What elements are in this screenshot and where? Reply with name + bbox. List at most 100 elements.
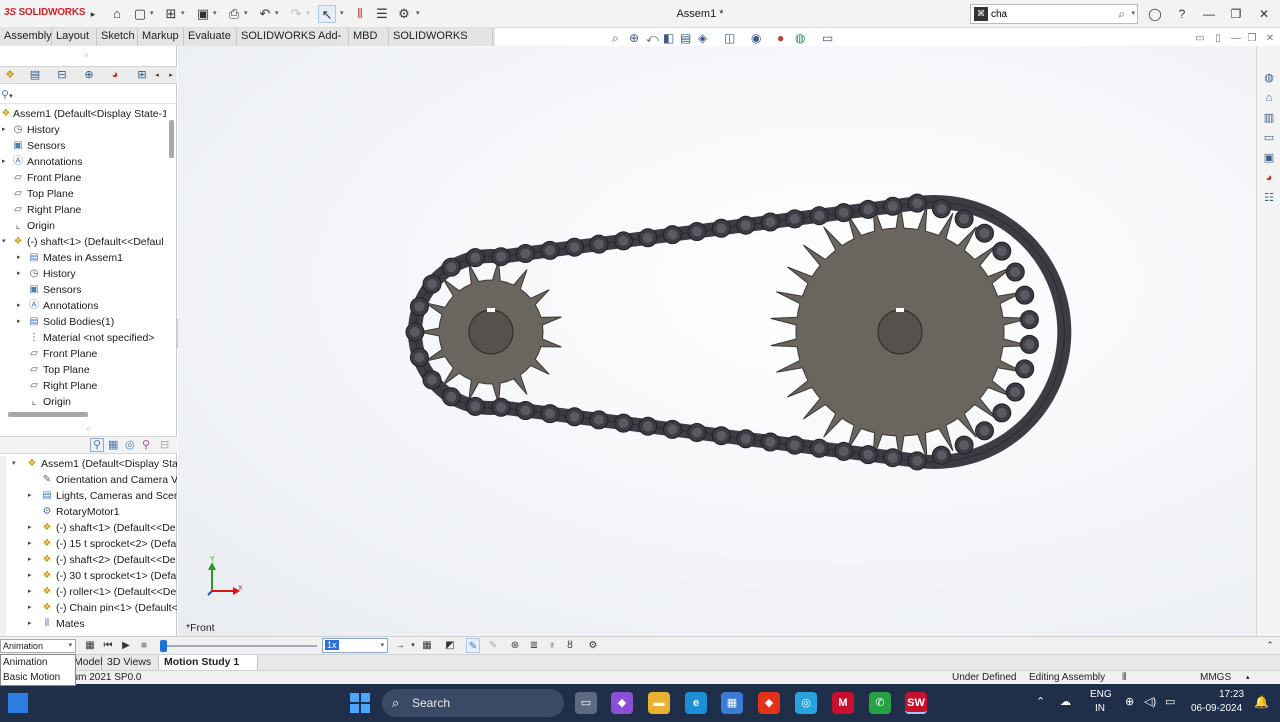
filter-selected-icon[interactable]: ◎ bbox=[125, 438, 135, 451]
calculate-icon[interactable]: ▦ bbox=[83, 638, 97, 653]
view-settings-icon[interactable]: ▭ bbox=[822, 30, 833, 46]
volume-icon[interactable]: ◁) bbox=[1144, 695, 1156, 708]
search-dropdown-icon[interactable]: ▾ bbox=[1131, 9, 1135, 17]
motion-study-properties-icon[interactable]: ⚙ bbox=[586, 638, 600, 653]
doc-close-icon[interactable]: ✕ bbox=[1262, 32, 1278, 46]
expand-arrow-icon[interactable]: ▸ bbox=[28, 616, 36, 632]
expand-arrow-icon[interactable]: ▸ bbox=[2, 122, 10, 138]
notification-bell-icon[interactable]: 🔔 bbox=[1254, 695, 1269, 709]
expand-arrow-icon[interactable]: ▸ bbox=[28, 600, 36, 616]
tab-mbd[interactable]: MBD bbox=[349, 28, 389, 46]
tree-vertical-scrollbar[interactable] bbox=[169, 120, 174, 158]
contact-icon[interactable]: ♁ bbox=[545, 638, 559, 653]
clock-time[interactable]: 17:23 bbox=[1219, 689, 1244, 700]
redo-dropdown-icon[interactable]: ▾ bbox=[306, 5, 314, 23]
taskbar-search[interactable]: ⌕ Search bbox=[382, 689, 564, 717]
windows-start-icon[interactable] bbox=[350, 693, 370, 713]
open-dropdown-icon[interactable]: ▾ bbox=[181, 5, 189, 23]
new-document-icon[interactable]: ▢ bbox=[131, 5, 149, 23]
playback-mode-dropdown-icon[interactable]: ▾ bbox=[406, 638, 420, 653]
filter-animated-icon[interactable]: ⚲ bbox=[90, 438, 104, 452]
zoom-to-area-icon[interactable]: ⊕ bbox=[629, 30, 639, 46]
panel-grip-icon[interactable]: ○ bbox=[84, 52, 88, 59]
edit-appearance-icon[interactable]: ● bbox=[777, 30, 784, 46]
tab-3d-views[interactable]: 3D Views bbox=[102, 655, 159, 671]
solidworks-logo[interactable]: 3S SOLIDWORKS bbox=[4, 7, 86, 18]
file-explorer-icon[interactable]: ▬ bbox=[648, 692, 670, 714]
restore-icon[interactable]: ❐ bbox=[1226, 5, 1246, 23]
expand-arrow-icon[interactable]: ▸ bbox=[17, 250, 25, 266]
file-properties-icon[interactable]: ☰ bbox=[373, 5, 391, 23]
chrome-icon[interactable]: ◎ bbox=[795, 692, 817, 714]
expand-arrow-icon[interactable]: ▸ bbox=[17, 314, 25, 330]
language-bottom[interactable]: IN bbox=[1095, 703, 1105, 714]
playback-slider-track[interactable] bbox=[162, 645, 317, 647]
task-view-icon[interactable]: ▭ bbox=[575, 692, 597, 714]
stop-icon[interactable]: ■ bbox=[137, 638, 151, 653]
tab-motion-study-1[interactable]: Motion Study 1 bbox=[159, 655, 258, 671]
collapse-motion-manager-icon[interactable]: ⌃ bbox=[1263, 638, 1277, 653]
select-cursor-icon[interactable]: ↖ bbox=[318, 5, 336, 23]
tab-solidworks-cam[interactable]: SOLIDWORKS CAM bbox=[389, 28, 493, 59]
configuration-manager-tab-icon[interactable]: ⊟ bbox=[53, 68, 71, 83]
home-icon[interactable]: ⌂ bbox=[108, 5, 126, 23]
unit-system[interactable]: MMGS bbox=[1200, 671, 1231, 685]
solidworks-taskbar-icon[interactable]: SW bbox=[905, 692, 927, 714]
mcafee-icon[interactable]: M bbox=[832, 692, 854, 714]
tree-filter[interactable]: ⚲▾ bbox=[0, 88, 177, 104]
collapse-all-icon[interactable]: ⊟ bbox=[160, 438, 169, 451]
file-explorer-icon[interactable]: ▭ bbox=[1261, 130, 1277, 146]
tab-assembly[interactable]: Assembly bbox=[0, 28, 52, 46]
microsoft-store-icon[interactable]: ▦ bbox=[721, 692, 743, 714]
network-icon[interactable]: ⊕ bbox=[1125, 695, 1134, 708]
hide-show-items-icon[interactable]: ◉ bbox=[751, 30, 761, 46]
expand-arrow-icon[interactable]: ▸ bbox=[28, 568, 36, 584]
onedrive-icon[interactable]: ☁ bbox=[1060, 695, 1071, 708]
custom-properties-icon[interactable]: ☷ bbox=[1261, 190, 1277, 206]
collapse-arrow-icon[interactable]: ▾ bbox=[2, 234, 10, 250]
tab-layout[interactable]: Layout bbox=[52, 28, 97, 46]
filter-driving-icon[interactable]: ▦ bbox=[108, 438, 118, 451]
whatsapp-icon[interactable]: ✆ bbox=[869, 692, 891, 714]
previous-view-icon[interactable]: ⤺ bbox=[646, 30, 659, 46]
collapse-arrow-icon[interactable]: ▾ bbox=[12, 456, 20, 472]
open-folder-icon[interactable]: ⊞ bbox=[162, 5, 180, 23]
add-update-key-icon[interactable]: ✎ bbox=[486, 638, 500, 653]
help-icon[interactable]: ? bbox=[1172, 5, 1192, 23]
show-hidden-icons[interactable]: ⌃ bbox=[1036, 695, 1045, 708]
playback-speed-select[interactable]: 1x ▾ bbox=[322, 638, 388, 653]
save-dropdown-icon[interactable]: ▾ bbox=[213, 5, 221, 23]
graphics-viewport[interactable]: Y X *Front bbox=[178, 46, 1256, 636]
tab-addins[interactable]: SOLIDWORKS Add-Ins bbox=[237, 28, 349, 59]
anydesk-icon[interactable]: ◆ bbox=[758, 692, 780, 714]
close-icon[interactable]: ✕ bbox=[1254, 5, 1274, 23]
apply-scene-icon[interactable]: ◍ bbox=[795, 30, 805, 46]
save-icon[interactable]: ▣ bbox=[194, 5, 212, 23]
option-basic-motion[interactable]: Basic Motion bbox=[1, 670, 75, 685]
expand-arrow-icon[interactable]: ▸ bbox=[17, 298, 25, 314]
view-palette-icon[interactable]: ▣ bbox=[1261, 150, 1277, 166]
user-account-icon[interactable]: ◯ bbox=[1145, 5, 1165, 23]
dimxpert-tab-icon[interactable]: ⊕ bbox=[80, 68, 98, 83]
cascade-window-icon[interactable]: ▯ bbox=[1210, 32, 1226, 46]
large-sprocket[interactable] bbox=[770, 201, 1030, 463]
tile-window-icon[interactable]: ▭ bbox=[1192, 32, 1208, 46]
expand-arrow-icon[interactable]: ▸ bbox=[28, 488, 36, 504]
save-animation-icon[interactable]: ▦ bbox=[420, 638, 434, 653]
command-search-icon[interactable]: ⌘ bbox=[974, 7, 988, 21]
zoom-to-fit-icon[interactable]: ⌕ bbox=[612, 30, 619, 46]
expand-arrow-icon[interactable]: ▸ bbox=[2, 154, 10, 170]
panel-splitter[interactable]: ○ bbox=[0, 426, 177, 434]
new-dropdown-icon[interactable]: ▾ bbox=[150, 5, 158, 23]
options-gear-icon[interactable]: ⚙ bbox=[395, 5, 413, 23]
tab-evaluate[interactable]: Evaluate bbox=[184, 28, 237, 46]
filter-icon[interactable]: ⚲ bbox=[1, 89, 9, 101]
appearances-icon[interactable]: ◕ bbox=[1261, 170, 1277, 186]
redo-icon[interactable]: ↷ bbox=[287, 5, 305, 23]
play-icon[interactable]: ▶ bbox=[119, 638, 133, 653]
print-icon[interactable]: ⎙ bbox=[225, 5, 243, 23]
options-dropdown-icon[interactable]: ▾ bbox=[416, 5, 424, 23]
tab-sketch[interactable]: Sketch bbox=[97, 28, 138, 46]
tree-horizontal-scrollbar[interactable] bbox=[8, 412, 88, 417]
expand-arrow-icon[interactable]: ▸ bbox=[28, 520, 36, 536]
